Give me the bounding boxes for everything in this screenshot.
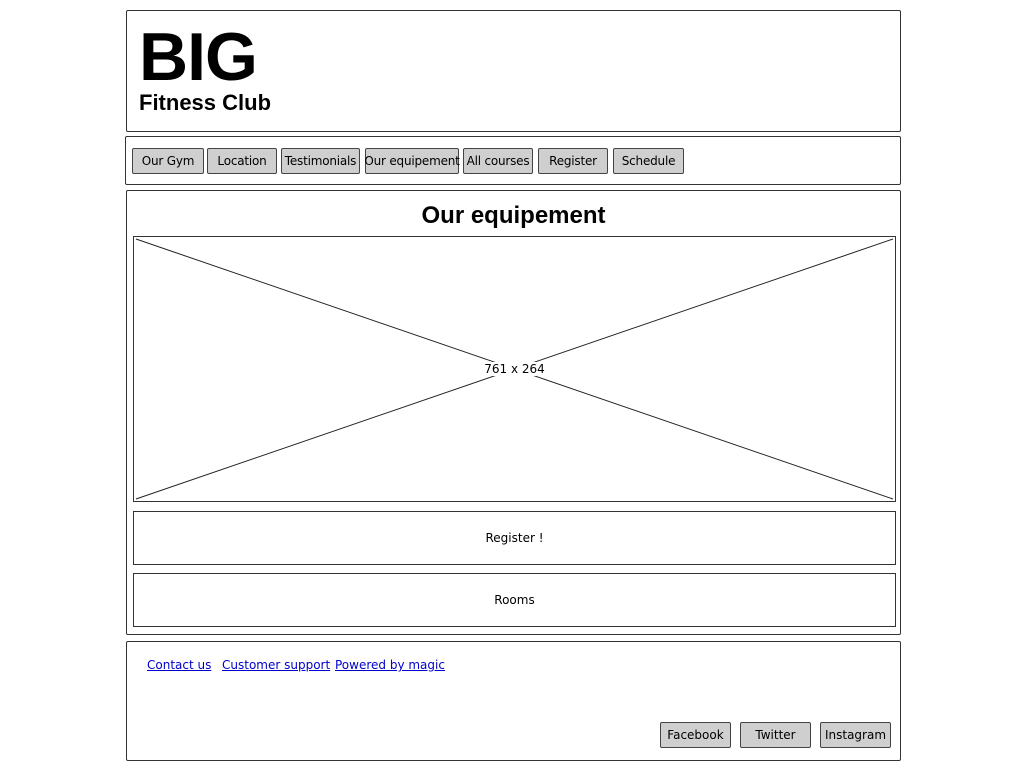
instagram-button[interactable]: Instagram	[820, 722, 891, 748]
site-header: BIG Fitness Club	[126, 10, 901, 132]
site-footer: Contact us Customer support Powered by m…	[126, 641, 901, 761]
equipment-image-placeholder: 761 x 264	[133, 236, 896, 502]
nav-our-gym[interactable]: Our Gym	[132, 148, 204, 174]
customer-support-link[interactable]: Customer support	[222, 658, 330, 672]
facebook-button[interactable]: Facebook	[660, 722, 731, 748]
contact-us-link[interactable]: Contact us	[147, 658, 211, 672]
nav-register[interactable]: Register	[538, 148, 608, 174]
page-title: Our equipement	[421, 202, 606, 229]
nav-our-equipement[interactable]: Our equipement	[364, 148, 460, 174]
image-size-label: 761 x 264	[482, 362, 547, 376]
twitter-button[interactable]: Twitter	[740, 722, 811, 748]
logo-title: BIG	[139, 19, 258, 95]
powered-by-link[interactable]: Powered by magic	[335, 658, 445, 672]
register-button[interactable]: Register !	[133, 511, 896, 565]
rooms-button[interactable]: Rooms	[133, 573, 896, 627]
nav-testimonials[interactable]: Testimonials	[281, 148, 360, 174]
nav-schedule[interactable]: Schedule	[613, 148, 684, 174]
main-nav: Our Gym Location Testimonials Our equipe…	[125, 136, 901, 185]
logo-subtitle: Fitness Club	[139, 90, 272, 115]
nav-all-courses[interactable]: All courses	[463, 148, 533, 174]
main-content: Our equipement 761 x 264 Register ! Room…	[126, 190, 901, 635]
nav-location[interactable]: Location	[207, 148, 277, 174]
